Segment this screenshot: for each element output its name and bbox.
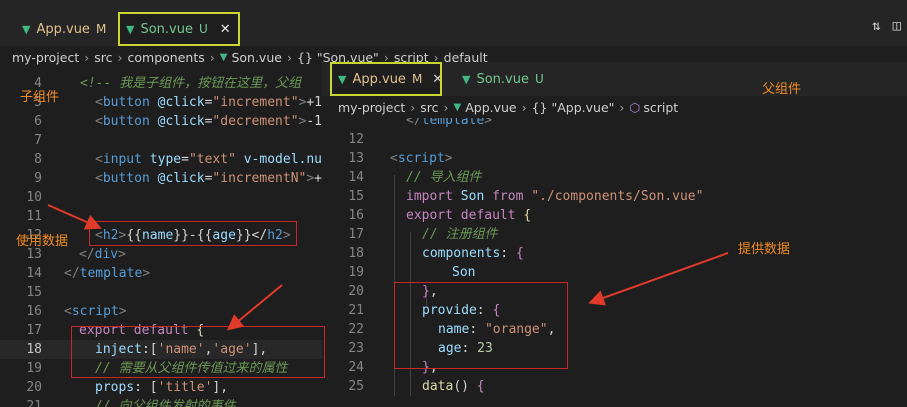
line-number: 17: [348, 227, 364, 242]
annotation-child-component: 子组件: [20, 90, 60, 105]
vue-file-icon: ▼: [22, 22, 31, 36]
annotation-parent-component: 父组件: [762, 82, 802, 97]
code-text: <script>: [64, 304, 127, 319]
tab-son-vue[interactable]: ▼ Son.vue U: [454, 62, 552, 96]
git-status-badge: U: [534, 72, 544, 86]
code-text: <!-- 我是子组件，按钮在这里，父组: [80, 76, 302, 91]
vue-file-icon: ▼: [126, 22, 135, 36]
chevron-right-icon: ›: [84, 49, 90, 65]
code-text: // 向父组件发射的事件: [95, 399, 236, 407]
line-number: 16: [348, 208, 364, 223]
line-number: 13: [348, 151, 364, 166]
tab-label: App.vue: [36, 21, 90, 37]
line-number: 18: [26, 342, 42, 357]
line-number: 8: [34, 152, 42, 167]
chevron-right-icon: ›: [209, 49, 215, 65]
vue-file-icon: ▼: [453, 101, 462, 113]
line-number: 15: [348, 189, 364, 204]
code-text: <script>: [390, 151, 453, 166]
line-number: 11: [26, 209, 42, 224]
line-number: 18: [348, 246, 364, 261]
code-text: props: ['title'],: [95, 380, 229, 395]
split-editor-icon[interactable]: ◫: [893, 18, 901, 34]
breadcrumb-item[interactable]: src: [420, 100, 438, 115]
highlight-box-inject: [71, 326, 325, 378]
tab-app-vue[interactable]: ▼ App.vue M ✕: [330, 62, 443, 96]
highlight-box-template-usage: [89, 221, 297, 246]
line-number: 14: [348, 170, 364, 185]
code-text: components: {: [422, 246, 524, 261]
editor-tab-bar: ▼ App.vue M ✕ ▼ Son.vue U: [322, 62, 907, 96]
code-text: </template>: [406, 118, 493, 128]
git-status-badge: U: [198, 22, 208, 36]
line-number: 15: [26, 285, 42, 300]
breadcrumb-item[interactable]: my-project: [338, 100, 405, 115]
breadcrumb-item[interactable]: Son.vue: [231, 50, 282, 65]
code-text: </div>: [79, 247, 126, 262]
code-text: <button @click="incrementN">+n: [95, 171, 330, 186]
vue-file-icon: ▼: [219, 51, 228, 63]
highlight-box-provide: [394, 282, 568, 369]
line-number: 6: [34, 114, 42, 129]
line-number: 23: [348, 341, 364, 356]
line-number: 7: [34, 133, 42, 148]
code-text: <button @click="decrement">-1<: [95, 114, 330, 129]
line-number: 16: [26, 304, 42, 319]
line-number: 25: [348, 379, 364, 394]
line-number: 19: [348, 265, 364, 280]
chevron-right-icon: ›: [443, 99, 449, 115]
vue-file-icon: ▼: [338, 72, 347, 86]
annotation-provide-data: 提供数据: [738, 242, 791, 257]
editor-actions: ⇅ ◫: [872, 18, 901, 34]
chevron-right-icon: ›: [410, 99, 416, 115]
git-status-badge: M: [95, 22, 107, 36]
close-icon[interactable]: ✕: [220, 22, 231, 37]
line-number: 12: [348, 132, 364, 147]
code-text: export default {: [406, 208, 532, 223]
breadcrumb-item[interactable]: src: [94, 50, 112, 65]
code-text: <button @click="increment">+1<: [95, 95, 330, 110]
breadcrumb: my-project › src › ▼ App.vue › {} "App.vue" ›…: [322, 96, 907, 118]
line-number: 21: [26, 399, 42, 407]
cube-icon: ⬡: [629, 99, 641, 115]
line-number: 14: [26, 266, 42, 281]
chevron-right-icon: ›: [286, 49, 292, 65]
breadcrumb-item[interactable]: script: [643, 100, 678, 115]
code-text: Son: [452, 265, 476, 280]
tab-label: Son.vue: [476, 71, 529, 87]
code-text: import Son from "./components/Son.vue": [406, 189, 704, 204]
code-text: // 导入组件: [406, 170, 482, 185]
code-text: // 注册组件: [422, 227, 498, 242]
chevron-right-icon: ›: [619, 99, 625, 115]
line-number: 10: [26, 190, 42, 205]
breadcrumb-item[interactable]: my-project: [12, 50, 79, 65]
tab-label: App.vue: [352, 71, 406, 87]
line-number: 19: [26, 361, 42, 376]
line-number: 22: [348, 322, 364, 337]
breadcrumb-item[interactable]: components: [128, 50, 205, 65]
code-text: </template>: [64, 266, 151, 281]
compare-changes-icon[interactable]: ⇅: [872, 18, 880, 34]
line-number: 24: [348, 360, 364, 375]
close-icon[interactable]: ✕: [432, 72, 443, 87]
annotation-use-data: 使用数据: [16, 234, 69, 249]
chevron-right-icon: ›: [117, 49, 123, 65]
chevron-right-icon: ›: [521, 99, 527, 115]
code-text: data() {: [422, 379, 485, 394]
breadcrumb-item[interactable]: App.vue: [465, 100, 516, 115]
vue-file-icon: ▼: [462, 72, 471, 86]
line-number: 21: [348, 303, 364, 318]
git-status-badge: M: [411, 72, 423, 86]
line-number: 9: [34, 171, 42, 186]
line-number: 17: [26, 323, 42, 338]
code-text: <input type="text" v-model.num: [95, 152, 330, 167]
tab-son-vue[interactable]: ▼ Son.vue U ✕: [118, 12, 240, 46]
tab-app-vue[interactable]: ▼ App.vue M: [14, 12, 114, 46]
breadcrumb-item[interactable]: {} "App.vue": [532, 100, 615, 115]
line-number: 20: [348, 284, 364, 299]
line-number: 20: [26, 380, 42, 395]
editor-tab-bar: ▼ App.vue M ▼ Son.vue U ✕ ⇅ ◫: [0, 0, 907, 46]
tab-label: Son.vue: [140, 21, 193, 37]
